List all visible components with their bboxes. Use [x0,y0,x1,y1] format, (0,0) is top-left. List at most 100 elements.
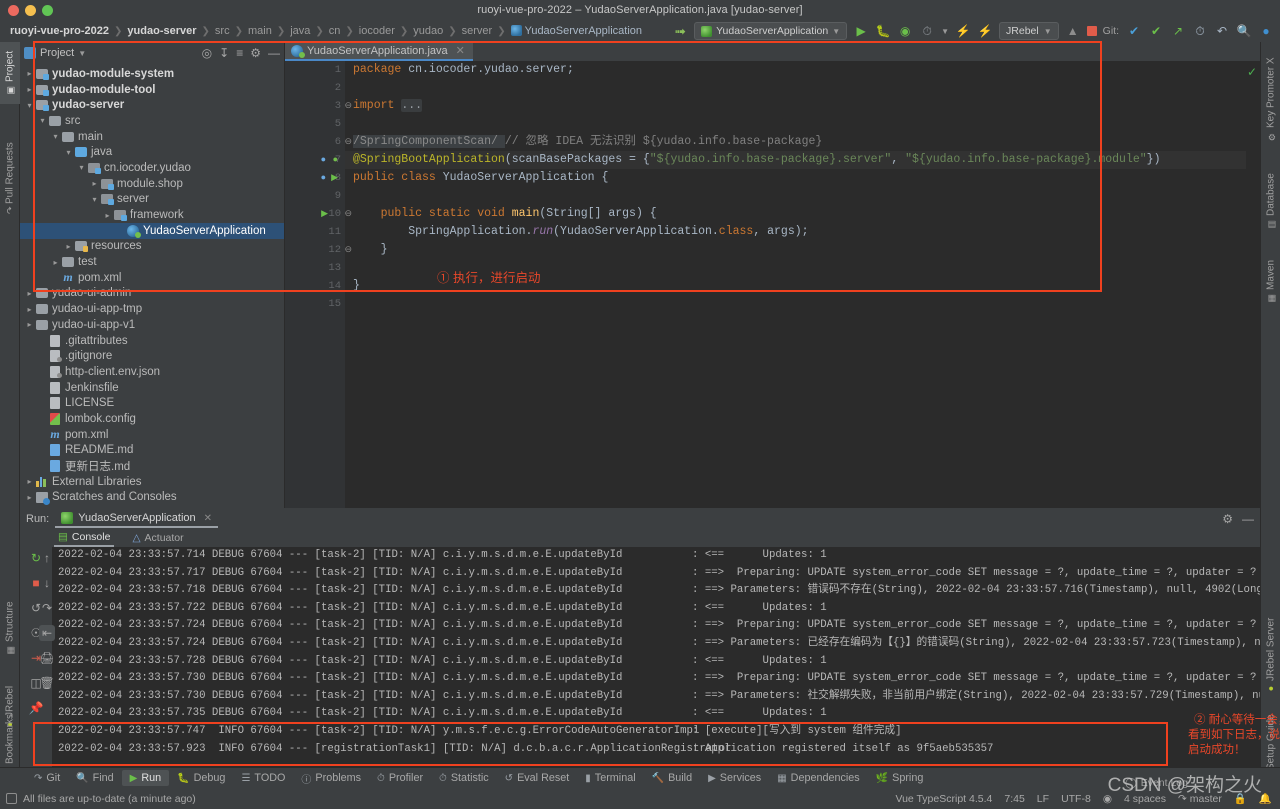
tree-node-cn-iocoder-yudao[interactable]: ▾ cn.iocoder.yudao [20,160,284,176]
back-arrow-icon[interactable]: ➟ [672,23,688,39]
tree-node-framework[interactable]: ▸ framework [20,207,284,223]
sidebar-item-pull-requests[interactable]: ↷ Pull Requests [0,130,20,226]
chevron-right-icon[interactable]: ▸ [24,493,35,502]
code-editor[interactable]: 12⊖35⊖6●●⊖7●▶89▶⊖1011⊖12131415 package c… [285,61,1260,508]
tree-node-java[interactable]: ▾ java [20,144,284,160]
spring-bean-icon[interactable]: ● [321,151,326,169]
bottom-bar-item-eval-reset[interactable]: ↺ Eval Reset [497,770,578,786]
expand-all-icon[interactable]: ↧ [219,47,229,59]
code-line-2[interactable] [345,79,1260,97]
gutter-line-1[interactable]: 1 [285,61,345,79]
tree-node-jenkinsfile[interactable]: Jenkinsfile [20,380,284,396]
tree-node-test[interactable]: ▸ test [20,254,284,270]
jrebel-debug-icon[interactable]: ⚡ [977,23,993,39]
tree-node-src[interactable]: ▾ src [20,113,284,129]
attach-icon[interactable]: ▲ [1065,23,1081,39]
chevron-down-icon[interactable]: ▼ [78,49,86,58]
close-icon[interactable]: ✕ [204,513,212,524]
gutter-line-11[interactable]: 11 [285,223,345,241]
gutter-line-13[interactable]: 13 [285,259,345,277]
trash-icon[interactable]: 🗑 [39,675,55,691]
gutter-line-9[interactable]: 9 [285,187,345,205]
jrebel-run-icon[interactable]: ⚡ [955,23,971,39]
tree-node-scratches-and-consoles[interactable]: ▸ Scratches and Consoles [20,490,284,506]
collapse-all-icon[interactable]: ≡ [236,47,243,59]
inspection-ok-check-icon[interactable]: ✓ [1247,65,1257,79]
chevron-down-icon[interactable]: ▾ [76,163,87,172]
breadcrumb-item-src[interactable]: src [211,25,234,37]
tree-node-md[interactable]: 更新日志.md [20,458,284,474]
up-icon[interactable]: ↑ [39,550,55,566]
branch-indicator[interactable]: ↷ master [1178,793,1222,805]
jrebel-selector[interactable]: JRebel ▼ [999,22,1059,40]
bottom-bar-item-services[interactable]: ▶ Services [700,770,769,786]
gutter-line-14[interactable]: 14 [285,277,345,295]
chevron-right-icon[interactable]: ▸ [24,289,35,298]
breadcrumb-item-server[interactable]: server [458,25,497,37]
tree-node-resources[interactable]: ▸ resources [20,239,284,255]
tree-node-gitignore[interactable]: .gitignore [20,348,284,364]
code-line-9[interactable] [345,187,1260,205]
breadcrumb-item-main[interactable]: main [244,25,276,37]
lock-open-icon[interactable]: ◉ [1103,793,1112,805]
gutter-line-12[interactable]: ⊖ 12 [285,241,352,259]
editor-scrollbar[interactable]: ✓ [1246,61,1260,508]
chevron-right-icon[interactable]: ▸ [63,242,74,251]
tree-node-pom-xml[interactable]: m pom.xml [20,270,284,286]
tree-node-pom-xml[interactable]: m pom.xml [20,427,284,443]
editor-gutter[interactable]: 12⊖35⊖6●●⊖7●▶89▶⊖1011⊖12131415 [285,61,352,508]
locate-icon[interactable]: ◎ [202,47,212,59]
gutter-line-7[interactable]: ●●⊖7 [285,151,352,169]
chevron-right-icon[interactable]: ▸ [24,85,35,94]
tree-node-yudao-module-tool[interactable]: ▸ yudao-module-tool [20,82,284,98]
editor-tab-yudaoserverapplication[interactable]: YudaoServerApplication.java ✕ [285,42,473,61]
code-line-3[interactable]: import ... [345,97,1260,115]
notification-bell-icon[interactable]: 🔔 [1259,792,1272,805]
git-push-icon[interactable]: ↗ [1170,23,1186,39]
tree-node-module-shop[interactable]: ▸ module.shop [20,176,284,192]
spring-boot-icon[interactable]: ● [333,151,338,169]
project-tree[interactable]: ▸ yudao-module-system ▸ yudao-module-tool ▾ y… [20,64,284,505]
tree-node-yudao-ui-app-v1[interactable]: ▸ yudao-ui-app-v1 [20,317,284,333]
code-line-6[interactable]: /SpringComponentScan/ // 忽略 IDEA 无法识别 ${… [345,133,1260,151]
bottom-bar-item-profiler[interactable]: ⏱ Profiler [369,770,431,786]
chevron-down-icon[interactable]: ▾ [50,132,61,141]
git-update-icon[interactable]: ✔ [1126,23,1142,39]
bottom-bar-item-find[interactable]: 🔍 Find [68,770,121,786]
bottom-bar-item-terminal[interactable]: ▮ Terminal [577,770,643,786]
tree-node-yudaoserverapplication[interactable]: YudaoServerApplication [20,222,284,239]
gutter-line-8[interactable]: ● ▶ 8 [285,169,345,187]
bottom-bar-item-dependencies[interactable]: ▦ Dependencies [769,770,867,786]
tree-node-http-client-env-json[interactable]: http-client.env.json [20,364,284,380]
breadcrumb-item-class[interactable]: YudaoServerApplication [507,25,646,37]
spring-bean-icon[interactable]: ● [321,169,326,187]
tree-node-server[interactable]: ▾ server [20,192,284,208]
sidebar-item-key-promoter[interactable]: ⚙ Key Promoter X [1261,48,1280,150]
run-with-coverage-icon[interactable]: ◉ [897,23,913,39]
bottom-bar-item-debug[interactable]: 🐛 Debug [169,770,233,786]
code-line-8[interactable]: public class YudaoServerApplication { [345,169,1260,187]
breadcrumb-item-module[interactable]: yudao-server [123,25,200,37]
chevron-right-icon[interactable]: ▸ [24,69,35,78]
close-icon[interactable]: ✕ [456,44,465,57]
bottom-bar-item-run[interactable]: ▶ Run [121,770,170,786]
chevron-down-icon[interactable]: ▼ [941,27,949,36]
code-line-1[interactable]: package cn.iocoder.yudao.server; [345,61,1260,79]
indent-indicator[interactable]: 4 spaces [1124,793,1166,805]
code-line-5[interactable] [345,115,1260,133]
breadcrumb-item-project[interactable]: ruoyi-vue-pro-2022 [6,25,113,37]
line-separator[interactable]: LF [1037,793,1049,805]
chevron-right-icon[interactable]: ▸ [102,211,113,220]
hide-icon[interactable]: — [1242,513,1254,525]
settings-icon[interactable]: ⚙ [250,47,261,59]
run-icon[interactable]: ▶ [853,23,869,39]
bottom-bar-item-todo[interactable]: ☰ TODO [233,770,293,786]
rollback-icon[interactable]: ↶ [1214,23,1230,39]
tree-node-readme-md[interactable]: README.md [20,443,284,459]
tree-node-external-libraries[interactable]: ▸ External Libraries [20,474,284,490]
sidebar-item-jrebel-server[interactable]: ● JRebel Server [1261,610,1280,702]
sidebar-item-database[interactable]: ▤ Database [1261,164,1280,238]
tree-node-gitattributes[interactable]: .gitattributes [20,333,284,349]
bottom-bar-item-statistic[interactable]: ⏱ Statistic [431,770,497,786]
account-icon[interactable]: ● [1258,23,1274,39]
